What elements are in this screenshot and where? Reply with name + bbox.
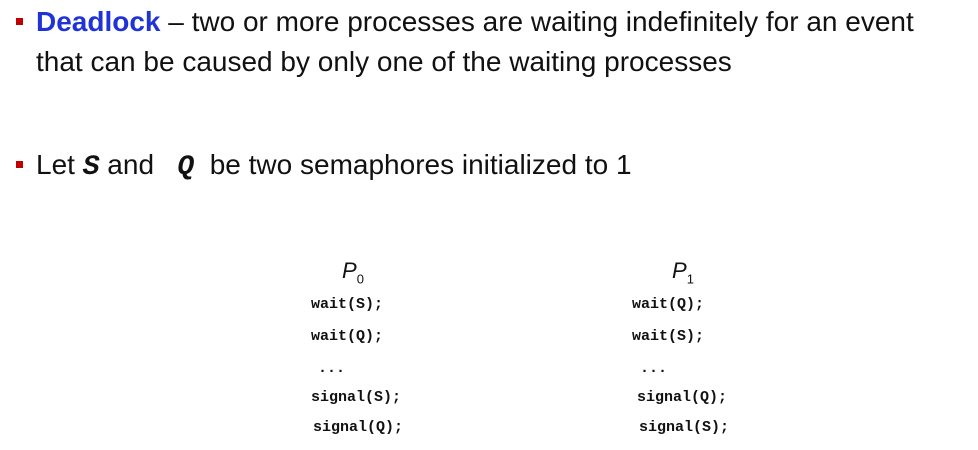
semaphore-s: S bbox=[82, 152, 100, 183]
p0-code-line: wait(Q); bbox=[311, 328, 384, 345]
process-p0-subscript: 0 bbox=[356, 271, 364, 287]
semaphores-and: and bbox=[99, 149, 162, 180]
p0-code-line: signal(S); bbox=[311, 389, 402, 406]
process-p0-name: P bbox=[342, 258, 357, 283]
p1-code-line: signal(Q); bbox=[637, 389, 728, 406]
process-p1-subscript: 1 bbox=[686, 271, 694, 287]
p0-code-line: ... bbox=[318, 360, 346, 377]
deadlock-definition: – two or more processes are waiting inde… bbox=[36, 6, 914, 77]
semaphores-prefix: Let bbox=[36, 149, 83, 180]
bullet-semaphores: Let S and Q be two semaphores initialize… bbox=[16, 145, 632, 188]
bullet-square-icon bbox=[16, 18, 23, 25]
semaphores-text: Let S and Q be two semaphores initialize… bbox=[36, 145, 632, 188]
deadlock-term: Deadlock bbox=[36, 6, 161, 37]
bullet-square-icon bbox=[16, 161, 23, 168]
semaphore-q: Q bbox=[177, 152, 195, 183]
p1-code-line: wait(S); bbox=[632, 328, 705, 345]
semaphores-suffix: be two semaphores initialized to 1 bbox=[201, 149, 632, 180]
process-p1-name: P bbox=[672, 258, 687, 283]
bullet-deadlock-definition: Deadlock – two or more processes are wai… bbox=[16, 2, 966, 82]
deadlock-definition-text: Deadlock – two or more processes are wai… bbox=[36, 2, 966, 82]
p1-code-line: ... bbox=[640, 360, 668, 377]
p0-code-line: wait(S); bbox=[311, 296, 384, 313]
process-p1-label: P1 bbox=[672, 258, 694, 286]
p1-code-line: signal(S); bbox=[639, 419, 730, 436]
p1-code-line: wait(Q); bbox=[632, 296, 705, 313]
process-p0-label: P0 bbox=[342, 258, 364, 286]
p0-code-line: signal(Q); bbox=[313, 419, 404, 436]
